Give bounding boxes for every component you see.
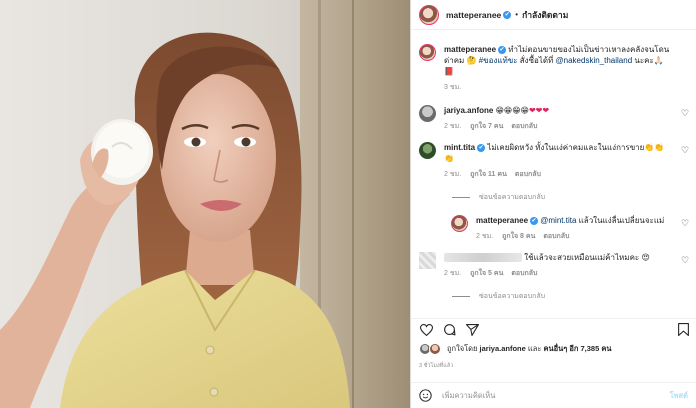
caption-hashtag[interactable]: #ของแท้ขะ	[479, 56, 518, 65]
hide-replies-toggle[interactable]: ซ่อนข้อความตอบกลับ	[452, 192, 696, 203]
liked-by-user[interactable]: jariya.anfone	[480, 344, 526, 353]
comment-likes[interactable]: ถูกใจ 5 คน	[470, 270, 503, 277]
caption-username[interactable]: matteperanee	[444, 45, 496, 54]
like-heart-icon[interactable]: ♡	[681, 109, 690, 118]
comment-row: jariya.anfone 😁😁😁😁❤❤❤ 2 ชม. ถูกใจ 7 คน ต…	[411, 105, 696, 132]
reply-link[interactable]: ตอบกลับ	[543, 233, 569, 240]
comment-likes[interactable]: ถูกใจ 7 คน	[470, 123, 503, 130]
post-photo[interactable]	[0, 0, 410, 408]
reply-text: แล้วในแง่ลื่นเปลี่ยนจะแม่	[576, 216, 665, 225]
add-comment-bar: เพิ่มความคิดเห็น โพสต์	[411, 382, 696, 408]
verified-badge-icon: ✔	[498, 45, 507, 54]
share-send-icon[interactable]	[466, 323, 479, 336]
caption-text-2: สั่งซื้อได้ที่	[517, 56, 556, 65]
comment-hearts: ❤❤❤	[528, 106, 550, 115]
comment-likes[interactable]: ถูกใจ 11 คน	[470, 171, 507, 178]
liked-by-middle: และ	[525, 344, 544, 353]
hide-replies-label: ซ่อนข้อความตอบกลับ	[479, 194, 546, 201]
caption-mention[interactable]: @nakedskin_thailand	[556, 56, 633, 65]
reply-avatar[interactable]	[451, 215, 468, 232]
reply-link[interactable]: ตอบกลับ	[511, 270, 537, 277]
commenter-avatar[interactable]	[419, 105, 436, 122]
caption-avatar[interactable]	[419, 44, 436, 61]
reply-link[interactable]: ตอบกลับ	[511, 123, 537, 130]
comment-time: 2 ชม.	[444, 171, 462, 178]
post-comment-button[interactable]: โพสต์	[670, 390, 688, 402]
hide-replies-toggle[interactable]: ซ่อนข้อความตอบกลับ	[452, 291, 696, 302]
comment-username[interactable]: jariya.anfone	[444, 106, 493, 115]
liked-by-others[interactable]: คนอื่นๆ อีก 7,385 คน	[543, 344, 611, 353]
comment-text: 😁😁😁😁	[495, 106, 529, 115]
author-username[interactable]: matteperanee	[446, 10, 501, 20]
comment-time: 2 ชม.	[444, 270, 462, 277]
blurred-avatar	[419, 252, 436, 269]
posted-time: 3 ชั่วโมงที่แล้ว	[419, 363, 454, 369]
comment-text: ใช้แล้วจะสวยเหมือนแม่ค้าไหมคะ 😍	[524, 253, 650, 262]
post-actions	[411, 318, 696, 340]
caption-row: matteperanee ✔ ทำไม่ตอนขายของไม่เป็นข่าวเ…	[411, 44, 696, 93]
reply-likes[interactable]: ถูกใจ 8 คน	[502, 233, 535, 240]
instagram-post-modal: matteperanee ✔ • กำลังติดตาม matteperane…	[0, 0, 696, 408]
emoji-smiley-icon[interactable]	[419, 389, 432, 402]
liker-avatars[interactable]	[419, 343, 443, 355]
commenter-avatar[interactable]	[419, 142, 436, 159]
liked-by-summary: ถูกใจโดย jariya.anfone และ คนอื่นๆ อีก 7…	[419, 343, 690, 355]
reply-link[interactable]: ตอบกลับ	[515, 171, 541, 178]
comment-username[interactable]: mint.tita	[444, 143, 475, 152]
verified-badge-icon: ✔	[477, 143, 486, 152]
author-avatar[interactable]	[419, 4, 439, 25]
like-heart-icon[interactable]	[420, 323, 433, 336]
reply-mention[interactable]: @mint.tita	[540, 216, 576, 225]
blurred-username	[444, 253, 522, 263]
comment-row: ใช้แล้วจะสวยเหมือนแม่ค้าไหมคะ 😍 2 ชม. ถู…	[411, 252, 696, 279]
add-comment-input[interactable]: เพิ่มความคิดเห็น	[442, 390, 670, 402]
separator-dot: •	[515, 10, 519, 19]
comment-time: 2 ชม.	[444, 123, 462, 130]
reply-time: 2 ชม.	[476, 233, 494, 240]
like-heart-icon[interactable]: ♡	[681, 256, 690, 265]
post-sidebar: matteperanee ✔ • กำลังติดตาม matteperane…	[410, 0, 696, 408]
following-button[interactable]: กำลังติดตาม	[522, 8, 568, 22]
reply-row: matteperanee ✔ @mint.tita แล้วในแง่ลื่นเป…	[411, 215, 696, 242]
comments-scroll-area[interactable]: matteperanee ✔ ทำไม่ตอนขายของไม่เป็นข่าวเ…	[411, 30, 696, 314]
post-image	[0, 0, 410, 408]
like-heart-icon[interactable]: ♡	[681, 146, 690, 155]
like-heart-icon[interactable]: ♡	[681, 219, 690, 228]
bookmark-save-icon[interactable]	[678, 323, 689, 336]
comment-bubble-icon[interactable]	[443, 323, 456, 336]
liked-by-prefix: ถูกใจโดย	[447, 344, 480, 353]
hide-replies-label: ซ่อนข้อความตอบกลับ	[479, 293, 546, 300]
post-header: matteperanee ✔ • กำลังติดตาม	[411, 0, 696, 30]
caption-time: 3 ชม.	[444, 84, 462, 91]
reply-username[interactable]: matteperanee	[476, 216, 528, 225]
comment-row: mint.tita ✔ ไม่เคยผิดหวัง ทั้งในแง่ค่าคมแ…	[411, 142, 696, 180]
verified-badge-icon: ✔	[530, 216, 539, 225]
verified-badge-icon: ✔	[503, 10, 512, 19]
